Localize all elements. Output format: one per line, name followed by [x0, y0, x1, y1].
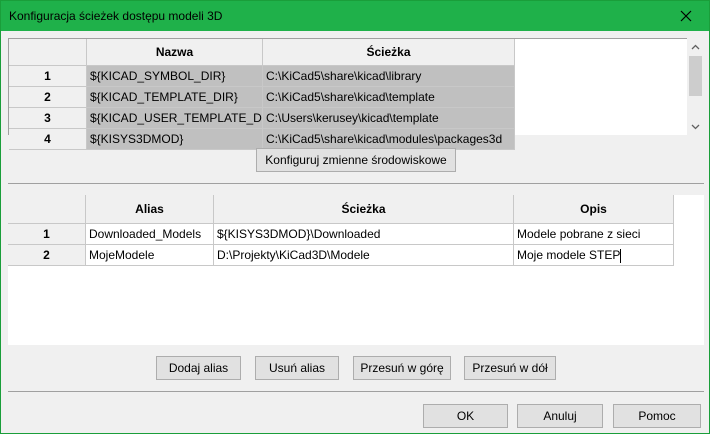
ok-button[interactable]: OK [423, 404, 508, 428]
scroll-thumb[interactable] [689, 56, 702, 96]
configure-env-vars-button[interactable]: Konfiguruj zmienne środowiskowe [256, 148, 456, 172]
env-path-cell[interactable]: C:\KiCad5\share\kicad\template [263, 87, 515, 108]
env-path-cell[interactable]: C:\Users\kerusey\kicad\template [263, 108, 515, 129]
window-title: Konfiguracja ścieżek dostępu modeli 3D [9, 9, 223, 23]
row-header[interactable]: 4 [9, 129, 87, 150]
cancel-button[interactable]: Anuluj [517, 404, 603, 428]
alias-description-editor[interactable]: Moje modele STEP [517, 248, 620, 262]
env-path-cell[interactable]: C:\KiCad5\share\kicad\library [263, 66, 515, 87]
env-name-cell[interactable]: ${KISYS3DMOD} [87, 129, 263, 150]
row-header[interactable]: 1 [8, 224, 86, 245]
separator [8, 391, 704, 392]
env-variables-grid: Nazwa Ścieżka 1 ${KICAD_SYMBOL_DIR} C:\K… [8, 38, 704, 150]
column-header-description[interactable]: Opis [514, 195, 674, 224]
move-down-button[interactable]: Przesuń w dół [464, 356, 556, 380]
corner-cell [9, 39, 87, 66]
alias-cell[interactable]: MojeModele [86, 245, 214, 266]
env-grid-scrollbar[interactable] [687, 38, 704, 135]
remove-alias-button[interactable]: Usuń alias [255, 356, 339, 380]
column-header-alias[interactable]: Alias [86, 195, 214, 224]
close-button[interactable] [663, 1, 709, 31]
separator [8, 183, 704, 184]
row-header[interactable]: 3 [9, 108, 87, 129]
close-icon [680, 10, 692, 22]
alias-path-cell[interactable]: D:\Projekty\KiCad3D\Modele [214, 245, 514, 266]
alias-path-cell[interactable]: ${KISYS3DMOD}\Downloaded [214, 224, 514, 245]
corner-cell [8, 195, 86, 224]
scroll-down-arrow[interactable] [687, 118, 704, 135]
help-button[interactable]: Pomoc [613, 404, 701, 428]
env-name-cell[interactable]: ${KICAD_TEMPLATE_DIR} [87, 87, 263, 108]
column-header-name[interactable]: Nazwa [87, 39, 263, 66]
row-header[interactable]: 2 [8, 245, 86, 266]
alias-cell[interactable]: Downloaded_Models [86, 224, 214, 245]
env-name-cell[interactable]: ${KICAD_SYMBOL_DIR} [87, 66, 263, 87]
alias-description-cell[interactable]: Moje modele STEP [514, 245, 674, 266]
title-bar: Konfiguracja ścieżek dostępu modeli 3D [1, 1, 709, 31]
column-header-path[interactable]: Ścieżka [214, 195, 514, 224]
alias-description-cell[interactable]: Modele pobrane z sieci [514, 224, 674, 245]
text-cursor [620, 248, 622, 263]
env-path-cell[interactable]: C:\KiCad5\share\kicad\modules\packages3d [263, 129, 515, 150]
chevron-up-icon [691, 44, 700, 49]
move-up-button[interactable]: Przesuń w górę [353, 356, 451, 380]
env-name-cell[interactable]: ${KICAD_USER_TEMPLATE_DIR} [87, 108, 263, 129]
column-header-path[interactable]: Ścieżka [263, 39, 515, 66]
alias-grid: Alias Ścieżka Opis 1 Downloaded_Models $… [8, 195, 704, 345]
dialog-window: Konfiguracja ścieżek dostępu modeli 3D N… [0, 0, 710, 434]
row-header[interactable]: 1 [9, 66, 87, 87]
add-alias-button[interactable]: Dodaj alias [156, 356, 241, 380]
row-header[interactable]: 2 [9, 87, 87, 108]
chevron-down-icon [691, 124, 700, 129]
scroll-up-arrow[interactable] [687, 38, 704, 55]
